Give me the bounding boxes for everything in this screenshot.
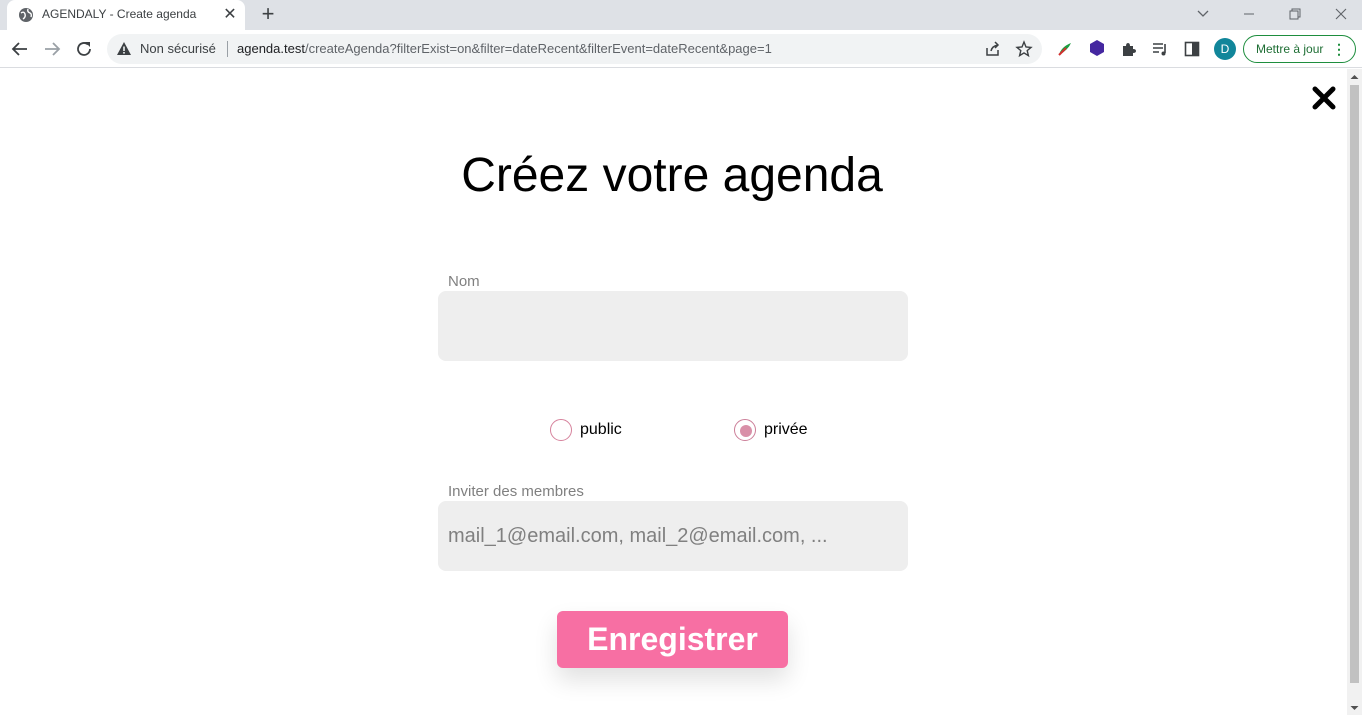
side-panel-icon[interactable] bbox=[1183, 40, 1201, 58]
scroll-up-icon[interactable] bbox=[1350, 73, 1359, 82]
url-path: /createAgenda?filterExist=on&filter=date… bbox=[304, 41, 772, 56]
back-button[interactable] bbox=[8, 37, 32, 61]
restore-icon[interactable] bbox=[1285, 4, 1305, 24]
members-input[interactable] bbox=[438, 501, 908, 571]
profile-avatar[interactable]: D bbox=[1214, 38, 1236, 60]
arrow-left-icon bbox=[11, 42, 27, 56]
more-menu-icon: ⋮ bbox=[1332, 41, 1346, 57]
update-button-label: Mettre à jour bbox=[1256, 42, 1324, 56]
members-label: Inviter des membres bbox=[448, 483, 584, 500]
reload-icon bbox=[77, 42, 91, 56]
media-queue-icon[interactable] bbox=[1151, 40, 1169, 58]
extension-feather-icon[interactable] bbox=[1056, 40, 1074, 58]
radio-private-label[interactable]: privée bbox=[764, 421, 808, 439]
browser-toolbar: Non sécurisé agenda.test/createAgenda?fi… bbox=[0, 30, 1362, 93]
warning-icon[interactable] bbox=[116, 41, 132, 57]
share-icon[interactable] bbox=[984, 40, 1002, 58]
new-tab-button[interactable]: + bbox=[256, 3, 280, 27]
radio-public-label[interactable]: public bbox=[580, 421, 622, 439]
bookmark-star-icon[interactable] bbox=[1015, 40, 1033, 58]
omnibox-divider bbox=[227, 41, 228, 57]
page-title: Créez votre agenda bbox=[461, 149, 883, 202]
save-button[interactable]: Enregistrer bbox=[557, 611, 788, 668]
radio-public[interactable] bbox=[550, 419, 572, 441]
forward-button[interactable] bbox=[40, 37, 64, 61]
reload-button[interactable] bbox=[72, 37, 96, 61]
name-input[interactable] bbox=[438, 291, 908, 361]
name-label: Nom bbox=[448, 273, 480, 290]
tab-title: AGENDALY - Create agenda bbox=[42, 7, 197, 21]
scrollbar-thumb[interactable] bbox=[1350, 85, 1359, 683]
puzzle-icon[interactable] bbox=[1120, 40, 1138, 58]
tab-search-icon[interactable] bbox=[1193, 3, 1213, 23]
arrow-right-icon bbox=[45, 42, 61, 56]
close-icon[interactable] bbox=[1311, 85, 1337, 111]
globe-icon bbox=[19, 8, 33, 22]
minimize-icon[interactable] bbox=[1239, 4, 1259, 24]
security-status[interactable]: Non sécurisé bbox=[140, 41, 216, 56]
scroll-down-icon[interactable] bbox=[1350, 703, 1359, 712]
tab-strip: AGENDALY - Create agenda ✕ + bbox=[0, 0, 1362, 30]
url-text[interactable]: agenda.test/createAgenda?filterExist=on&… bbox=[237, 41, 772, 56]
extension-hexagon-icon[interactable] bbox=[1088, 39, 1106, 57]
address-bar[interactable]: Non sécurisé agenda.test/createAgenda?fi… bbox=[107, 34, 1042, 64]
close-tab-icon[interactable]: ✕ bbox=[221, 6, 239, 24]
browser-tab[interactable]: AGENDALY - Create agenda ✕ bbox=[7, 0, 245, 30]
update-button[interactable]: Mettre à jour ⋮ bbox=[1243, 35, 1356, 63]
close-window-icon[interactable] bbox=[1331, 4, 1351, 24]
url-host: agenda.test bbox=[237, 41, 305, 56]
page-scrollbar[interactable] bbox=[1347, 69, 1362, 715]
radio-private[interactable] bbox=[734, 419, 756, 441]
